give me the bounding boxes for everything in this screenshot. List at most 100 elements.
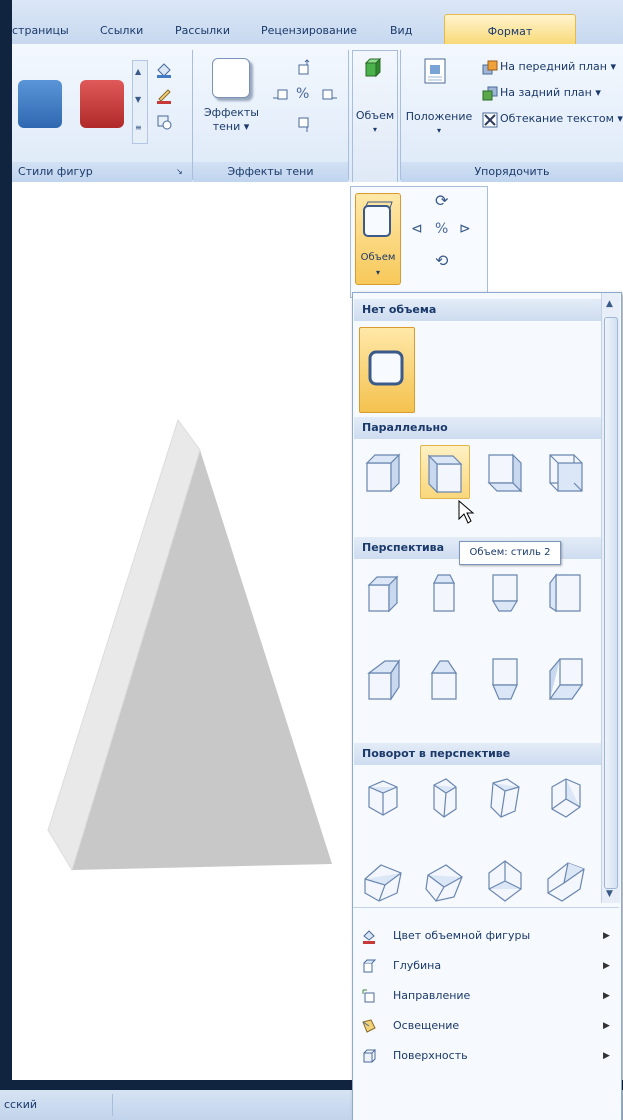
cube-style-option[interactable] [542,565,590,617]
scroll-up-icon[interactable]: ▲ [606,299,613,309]
cube-style-option[interactable] [542,853,590,905]
cube-style-option[interactable] [481,651,529,703]
cube-style-option[interactable] [359,565,407,617]
tab-references[interactable]: Ссылки [100,24,143,37]
dialog-launcher-icon[interactable]: ↘ [176,162,183,182]
shadow-effects-button[interactable]: Эффекты тени ▾ [204,56,259,158]
text-wrapping-button[interactable]: Обтекание текстом ▾ [482,110,623,132]
section-parallel: Параллельно [354,417,601,439]
cube-style-option[interactable] [420,853,468,905]
send-to-back-button[interactable]: На задний план ▾ [482,84,623,106]
3d-style-gallery: Нет объема Параллельно Перспектива Повор… [352,292,622,1120]
cube-style-option[interactable] [420,651,468,703]
cube-style-icon [547,862,585,902]
menu-lighting[interactable]: Освещение ▶ [353,1013,619,1039]
submenu-arrow-icon: ▶ [603,1051,610,1061]
shadow-toggle-icon[interactable]: % [296,86,309,102]
cube-style-option[interactable] [481,445,529,497]
cube-style-option[interactable] [359,853,407,905]
nudge-shadow-down-icon[interactable] [296,116,314,138]
word-window: страницы Ссылки Рассылки Рецензирование … [0,0,623,1120]
group-label-arrange: Упорядочить [401,162,623,182]
divider [353,907,619,908]
dropdown-icon: ▾ [372,125,377,134]
3d-toggle-icon[interactable]: % [435,221,448,237]
tab-mailings[interactable]: Рассылки [175,24,230,37]
3d-effects-label: Объем [355,109,395,122]
dropdown-icon: ▾ [436,126,441,135]
shadow-effects-label-2: тени ▾ [212,120,250,133]
cube-style-icon [365,453,401,493]
direction-icon [362,989,375,1003]
style-no-3d[interactable] [359,327,415,413]
surface-icon [363,1049,377,1063]
send-to-back-label: На задний план ▾ [500,86,601,99]
gallery-down-icon[interactable]: ▼ [135,95,141,104]
nudge-shadow-left-icon[interactable] [272,86,290,108]
tab-review[interactable]: Рецензирование [261,24,357,37]
3d-on-off-button[interactable]: Объем ▾ [355,193,401,285]
cube-style-option[interactable] [359,651,407,703]
scroll-down-icon[interactable]: ▼ [606,889,613,899]
menu-depth[interactable]: Глубина ▶ [353,953,619,979]
shape-outline-icon[interactable] [156,88,172,104]
cube-style-option[interactable] [542,651,590,703]
cube-style-option[interactable] [420,445,470,499]
depth-icon [363,959,377,973]
gallery-more-icon[interactable]: ≡ [135,123,142,132]
bring-to-front-button[interactable]: На передний план ▾ [482,58,623,80]
cube-style-option[interactable] [481,565,529,617]
language-indicator[interactable]: сский [4,1098,37,1111]
tilt-right-icon[interactable]: ⊳ [459,221,471,237]
tilt-left-icon[interactable]: ⊲ [411,221,423,237]
mouse-cursor-icon [458,499,475,524]
tilt-up-icon[interactable]: ⟳ [435,191,448,210]
cube-style-icon [488,860,522,902]
cube-style-icon [433,574,455,612]
cube-style-icon [549,573,581,613]
cube-style-option[interactable] [481,771,529,823]
shape-style-red[interactable] [80,80,124,128]
gallery-scrollbar[interactable]: ▲ ▼ [601,293,620,903]
scroll-thumb[interactable] [604,317,618,889]
position-icon [424,58,446,88]
divider [112,1094,113,1116]
tab-page-layout[interactable]: страницы [12,24,69,37]
cube-style-icon [491,574,519,612]
menu-3d-color[interactable]: Цвет объемной фигуры ▶ [353,923,619,949]
ribbon-tabs: страницы Ссылки Рассылки Рецензирование … [12,0,623,46]
shape-fill-icon[interactable] [156,62,172,78]
cube-style-icon [551,778,581,818]
shadow-effects-icon [212,58,250,98]
cube-style-option[interactable] [420,771,468,823]
cube-style-option[interactable] [481,853,529,905]
nudge-shadow-right-icon[interactable] [320,86,338,108]
cube-style-option[interactable] [359,771,407,823]
gallery-up-icon[interactable]: ▲ [135,67,141,76]
tab-format[interactable]: Формат [444,14,576,46]
cube-style-option[interactable] [359,445,407,497]
section-perspective-rotation: Поворот в перспективе [354,743,601,765]
group-label-shape-styles: Стили фигур ↘ [12,162,192,182]
shape-style-blue[interactable] [18,80,62,128]
styles-gallery-scroll[interactable]: ▲ ▼ ≡ [132,60,148,144]
cube-style-option[interactable] [542,771,590,823]
3d-on-off-label: Объем [360,252,396,263]
3d-cube-icon [363,57,383,83]
cube-style-option[interactable] [420,565,468,617]
cube-style-icon [364,864,402,902]
text-wrapping-label: Обтекание текстом ▾ [500,112,623,125]
nudge-shadow-up-icon[interactable] [296,58,314,80]
menu-direction[interactable]: Направление ▶ [353,983,619,1009]
cube-style-option[interactable] [542,445,590,497]
cube-style-icon [433,778,457,818]
3d-effects-button[interactable]: Объем ▾ [352,50,398,184]
tilt-down-icon[interactable]: ⟲ [435,251,448,270]
change-shape-icon[interactable] [156,114,172,130]
position-button[interactable]: Положение ▾ [404,56,472,156]
cube-style-icon [427,454,463,494]
menu-surface[interactable]: Поверхность ▶ [353,1043,619,1069]
tab-view[interactable]: Вид [390,24,412,37]
cube-style-icon [487,453,523,493]
cube-style-icon [425,864,463,902]
